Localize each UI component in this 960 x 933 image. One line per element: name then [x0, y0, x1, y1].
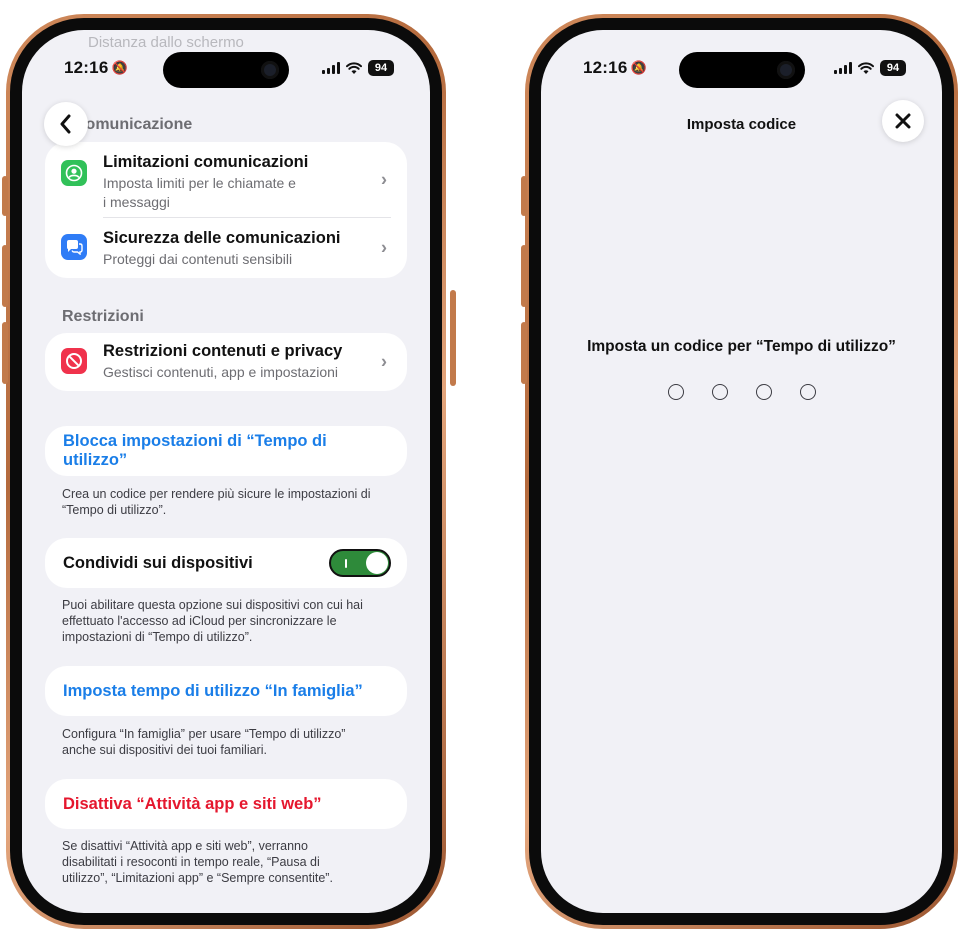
status-time: 12:16 🔕 — [583, 58, 647, 77]
share-devices-toggle[interactable] — [329, 549, 391, 577]
item-subtitle: Imposta limiti per le chiamate ei messag… — [103, 175, 296, 210]
passcode-dot — [755, 384, 772, 400]
no-entry-icon — [61, 348, 87, 374]
disable-activity-button[interactable]: Disattiva “Attività app e siti web” — [45, 779, 407, 829]
bell-slash-icon: 🔕 — [111, 60, 128, 75]
bell-slash-icon: 🔕 — [630, 60, 647, 75]
family-card: Imposta tempo di utilizzo “In famiglia” — [45, 666, 407, 716]
battery-indicator: 94 — [368, 60, 394, 76]
status-bar: 12:16 🔕 94 — [541, 52, 942, 88]
chevron-left-icon — [60, 114, 71, 134]
wifi-icon — [858, 62, 874, 74]
set-passcode-screen: 12:16 🔕 94 Imposta codice Imposta un codi… — [541, 30, 942, 913]
communication-card: Limitazioni comunicazioni Imposta limiti… — [45, 142, 407, 278]
dynamic-island — [163, 52, 289, 88]
close-button[interactable] — [882, 100, 924, 142]
section-header-communication: Comunicazione — [74, 116, 193, 133]
toggle-knob — [366, 552, 388, 574]
action-button — [2, 176, 8, 216]
restrictions-card: Restrizioni contenuti e privacy Gestisci… — [45, 333, 407, 391]
close-icon — [895, 113, 911, 129]
cellular-signal-icon — [834, 62, 852, 74]
volume-up-button — [521, 245, 527, 307]
scrolled-ghost-text: Distanza dallo schermo — [88, 34, 244, 51]
item-title: Sicurezza delle comunicazioni — [103, 229, 341, 247]
passcode-dot — [799, 384, 816, 400]
list-item-communication-safety[interactable]: Sicurezza delle comunicazioni Proteggi d… — [45, 218, 407, 278]
wifi-icon — [346, 62, 362, 74]
status-bar: 12:16 🔕 94 — [22, 52, 430, 88]
family-setup-button[interactable]: Imposta tempo di utilizzo “In famiglia” — [45, 666, 407, 716]
cellular-signal-icon — [322, 62, 340, 74]
phone-frame-right: 12:16 🔕 94 Imposta codice Imposta un codi… — [525, 14, 958, 929]
battery-indicator: 94 — [880, 60, 906, 76]
family-note: Configura “In famiglia” per usare “Tempo… — [62, 727, 346, 757]
disable-activity-note: Se disattivi “Attività app e siti web”, … — [62, 839, 333, 885]
share-devices-card: Condividi sui dispositivi — [45, 538, 407, 588]
phone-frame-left: Distanza dallo schermo 12:16 🔕 94 Comunic… — [6, 14, 446, 929]
side-button — [450, 290, 456, 386]
volume-down-button — [521, 322, 527, 384]
disable-activity-card: Disattiva “Attività app e siti web” — [45, 779, 407, 829]
volume-down-button — [2, 322, 8, 384]
camera-icon — [261, 61, 279, 79]
item-title: Limitazioni comunicazioni — [103, 153, 309, 171]
passcode-prompt: Imposta un codice per “Tempo di utilizzo… — [587, 338, 896, 355]
item-subtitle: Gestisci contenuti, app e impostazioni — [103, 364, 339, 380]
chevron-right-icon: › — [381, 351, 387, 372]
person-circle-icon — [61, 160, 87, 186]
passcode-dot — [667, 384, 684, 400]
status-time: 12:16 🔕 — [64, 58, 128, 77]
passcode-dots[interactable] — [541, 384, 942, 400]
list-item-content-privacy[interactable]: Restrizioni contenuti e privacy Gestisci… — [45, 333, 407, 391]
item-title: Restrizioni contenuti e privacy — [103, 342, 343, 360]
share-devices-note: Puoi abilitare questa opzione sui dispos… — [62, 598, 363, 644]
lock-settings-note: Crea un codice per rendere più sicure le… — [62, 487, 371, 517]
dynamic-island — [678, 52, 805, 88]
section-header-restrictions: Restrizioni — [62, 308, 144, 325]
lock-settings-button[interactable]: Blocca impostazioni di “Tempo di utilizz… — [45, 426, 407, 476]
passcode-dot — [711, 384, 728, 400]
back-button[interactable] — [44, 102, 88, 146]
list-item-communication-limits[interactable]: Limitazioni comunicazioni Imposta limiti… — [45, 142, 407, 217]
toggle-on-indicator — [345, 559, 347, 568]
screen-time-settings-screen: Distanza dallo schermo 12:16 🔕 94 Comunic… — [22, 30, 430, 913]
action-button — [521, 176, 527, 216]
volume-up-button — [2, 245, 8, 307]
item-subtitle: Proteggi dai contenuti sensibili — [103, 251, 293, 267]
lock-settings-card: Blocca impostazioni di “Tempo di utilizz… — [45, 426, 407, 476]
chevron-right-icon: › — [381, 237, 387, 258]
chevron-right-icon: › — [381, 169, 387, 189]
chat-bubble-icon — [61, 234, 87, 260]
camera-icon — [776, 61, 795, 79]
